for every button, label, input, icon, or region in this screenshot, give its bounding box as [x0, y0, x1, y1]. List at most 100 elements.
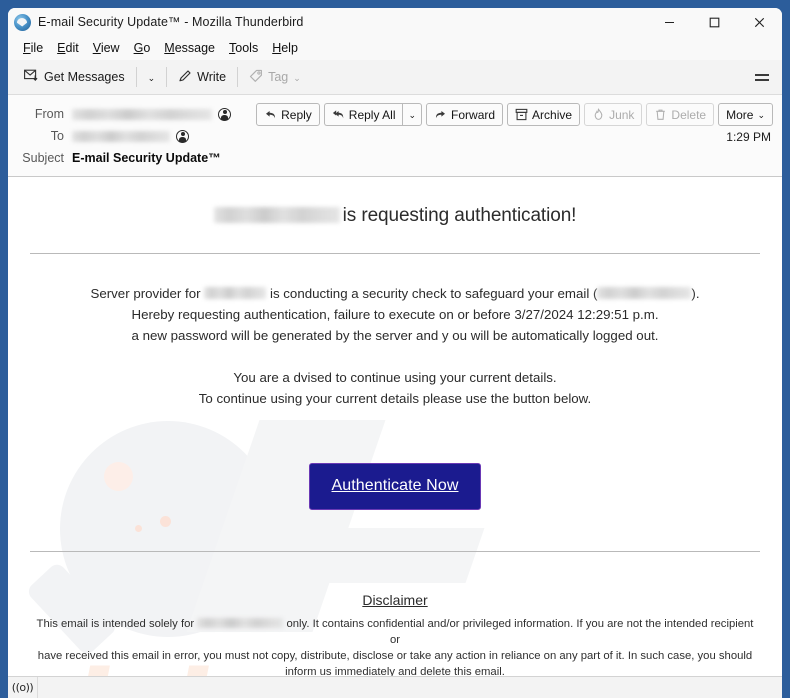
reply-all-label: Reply All	[348, 107, 396, 122]
get-messages-dropdown[interactable]: ⌄	[140, 64, 164, 90]
email-headline: is requesting authentication!	[30, 177, 760, 253]
from-value[interactable]	[72, 107, 231, 121]
to-label: To	[50, 129, 64, 143]
subject-row: Subject E-mail Security Update™	[18, 147, 772, 169]
junk-button[interactable]: Junk	[584, 103, 643, 126]
cta-wrapper: Authenticate Now	[30, 409, 760, 551]
menubar: File Edit View Go Message Tools Help	[8, 36, 782, 60]
para2-line2: To continue using your current details p…	[198, 391, 592, 406]
menu-view[interactable]: View	[86, 39, 127, 57]
disclaimer-text: This email is intended solely for only. …	[30, 616, 760, 676]
email-paragraph-1: Server provider for is conducting a secu…	[30, 254, 760, 346]
forward-button[interactable]: Forward	[426, 103, 504, 126]
trash-icon	[654, 108, 667, 121]
para1-provider-redacted	[204, 287, 267, 300]
thunderbird-icon	[14, 13, 31, 31]
para1-line1-a: Server provider for	[90, 286, 201, 301]
minimize-button[interactable]	[647, 8, 692, 36]
menu-file[interactable]: File	[16, 39, 50, 57]
window-title: E-mail Security Update™ - Mozilla Thunde…	[38, 15, 304, 29]
contact-icon[interactable]	[176, 129, 189, 143]
thunderbird-window: E-mail Security Update™ - Mozilla Thunde…	[0, 0, 790, 698]
email-paragraph-2: You are a dvised to continue using your …	[30, 346, 760, 409]
disclaimer-line1-b: only. It contains confidential and/or pr…	[286, 618, 754, 646]
para1-line1: Server provider for is conducting a secu…	[30, 283, 760, 304]
headline-text: is requesting authentication!	[342, 205, 577, 226]
hamburger-icon-bar-1	[755, 73, 769, 76]
para1-email-redacted	[597, 287, 692, 300]
delete-button[interactable]: Delete	[646, 103, 715, 126]
maximize-button[interactable]	[692, 8, 737, 36]
archive-label: Archive	[532, 107, 573, 122]
chevron-down-icon: ⌄	[147, 72, 156, 83]
reply-button[interactable]: Reply	[256, 103, 320, 126]
reply-all-button[interactable]: Reply All	[323, 103, 403, 126]
disclaimer-title: Disclaimer	[362, 592, 428, 608]
from-label: From	[34, 107, 64, 121]
authenticate-now-button[interactable]: Authenticate Now	[309, 463, 481, 510]
forward-arrow-icon	[434, 108, 447, 121]
message-body: risk.com is requesting authentication! S…	[8, 177, 782, 676]
reply-all-arrow-icon	[332, 108, 345, 121]
delete-label: Delete	[671, 107, 707, 122]
from-address-redacted	[72, 108, 212, 120]
subject-value: E-mail Security Update™	[72, 151, 221, 165]
main-toolbar: Get Messages ⌄ Write Tag ⌄	[8, 60, 782, 95]
toolbar-divider-1	[135, 67, 137, 87]
toolbar-divider-3	[237, 67, 239, 87]
statusbar: ((o))	[8, 676, 782, 698]
window-chrome: E-mail Security Update™ - Mozilla Thunde…	[8, 8, 782, 698]
disclaimer-recipient-redacted	[197, 618, 284, 629]
app-menu-button[interactable]	[748, 64, 776, 90]
archive-box-icon	[515, 108, 528, 121]
chevron-down-icon: ⌄	[408, 110, 417, 120]
to-row: To	[18, 125, 772, 147]
reply-all-dropdown-button[interactable]: ⌄	[402, 103, 423, 126]
para1-line2: Hereby requesting authentication, failur…	[131, 307, 659, 322]
junk-label: Junk	[609, 107, 635, 122]
reply-label: Reply	[281, 107, 312, 122]
menu-tools[interactable]: Tools	[222, 39, 265, 57]
contact-icon[interactable]	[218, 107, 231, 121]
archive-button[interactable]: Archive	[507, 103, 581, 126]
chevron-down-icon: ⌄	[757, 110, 765, 120]
reply-all-group: Reply All ⌄	[323, 103, 423, 126]
tag-icon	[249, 69, 263, 86]
broadcast-icon[interactable]: ((o))	[8, 677, 38, 698]
titlebar: E-mail Security Update™ - Mozilla Thunde…	[8, 8, 782, 36]
message-header: Reply Reply All ⌄ Forward Archive Junk D…	[8, 95, 782, 177]
window-controls	[647, 8, 782, 36]
message-action-buttons: Reply Reply All ⌄ Forward Archive Junk D…	[256, 103, 773, 126]
forward-label: Forward	[451, 107, 496, 122]
write-label: Write	[197, 70, 227, 84]
tag-chevron-down-icon: ⌄	[293, 72, 301, 83]
menu-go[interactable]: Go	[127, 39, 158, 57]
get-messages-button[interactable]: Get Messages	[16, 64, 133, 90]
disclaimer-line2: have received this email in error, you m…	[37, 650, 753, 662]
message-timestamp: 1:29 PM	[726, 130, 771, 144]
hamburger-icon-bar-2	[755, 78, 769, 81]
flame-icon	[592, 108, 605, 121]
get-messages-label: Get Messages	[44, 70, 125, 84]
toolbar-divider-2	[166, 67, 168, 87]
pencil-icon	[178, 69, 192, 86]
more-button[interactable]: More ⌄	[718, 103, 773, 126]
more-label: More	[726, 107, 754, 122]
subject-label: Subject	[22, 151, 64, 165]
headline-sender-redacted	[213, 206, 340, 223]
para1-line1-b: is conducting a security check to safegu…	[269, 286, 598, 301]
write-button[interactable]: Write	[170, 64, 234, 90]
menu-help[interactable]: Help	[265, 39, 305, 57]
email-content: is requesting authentication! Server pro…	[8, 177, 782, 676]
para1-line3: a new password will be generated by the …	[131, 328, 659, 343]
envelope-download-icon	[24, 69, 39, 85]
disclaimer-line1-a: This email is intended solely for	[36, 618, 195, 630]
menu-message[interactable]: Message	[157, 39, 222, 57]
para1-line1-c: ).	[691, 286, 700, 301]
menu-edit[interactable]: Edit	[50, 39, 86, 57]
close-button[interactable]	[737, 8, 782, 36]
reply-arrow-icon	[264, 108, 277, 121]
to-value[interactable]	[72, 129, 189, 143]
tag-button[interactable]: Tag ⌄	[241, 64, 309, 90]
tag-label: Tag	[268, 70, 289, 84]
